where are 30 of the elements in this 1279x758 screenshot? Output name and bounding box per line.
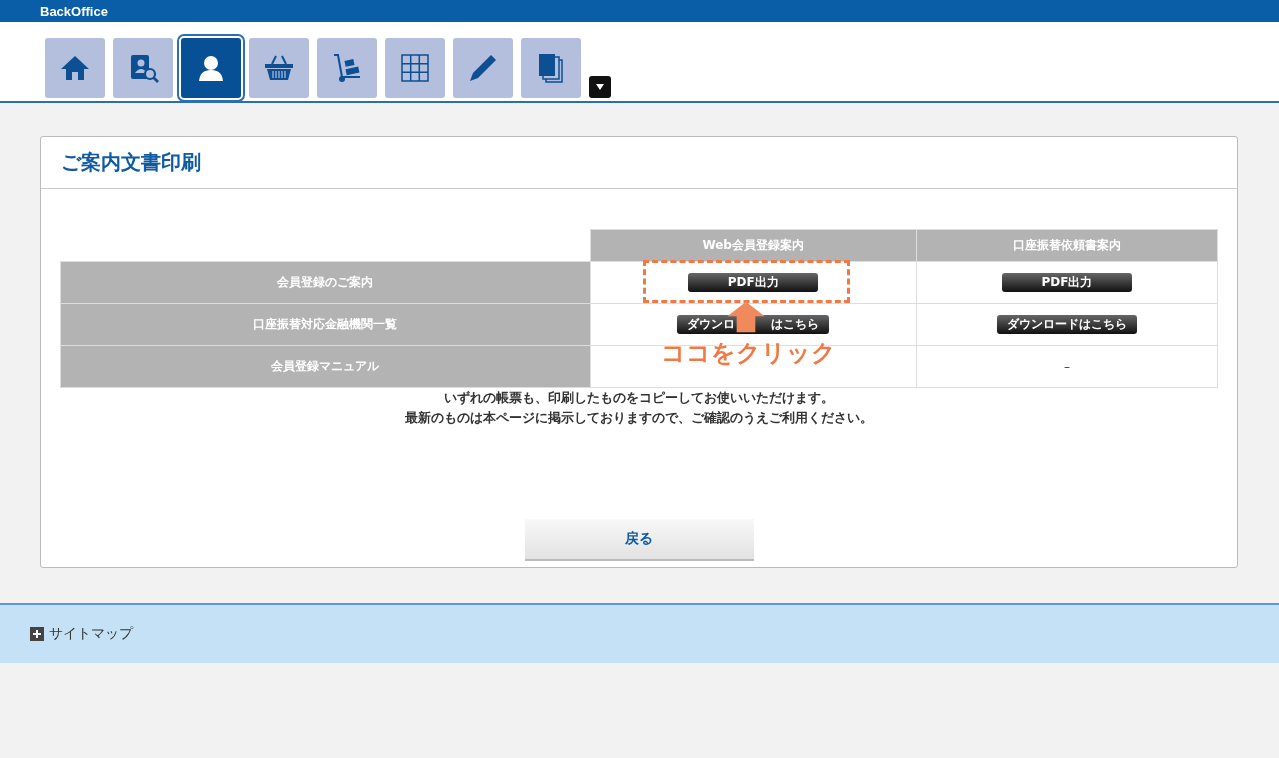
note-text: いずれの帳票も、印刷したものをコピーしてお使いいただけます。 (443, 389, 835, 407)
brand-title: BackOffice (40, 3, 108, 19)
row-header: 会員登録のご案内 (60, 261, 590, 304)
sitemap-link[interactable]: サイトマップ (49, 625, 133, 643)
dropdown-button[interactable] (589, 76, 611, 98)
nav-tab[interactable] (385, 38, 445, 98)
download-button[interactable]: PDF出力 (1001, 273, 1132, 292)
callout-text: ココをクリック (661, 339, 836, 367)
hand-truck-icon (331, 52, 363, 84)
row-header: 口座振替対応金融機関一覧 (60, 303, 590, 346)
plus-icon (30, 627, 44, 641)
back-button[interactable]: 戻る (524, 519, 754, 561)
up-arrow-icon (726, 299, 766, 335)
panel-title: ご案内文書印刷 (41, 137, 1237, 189)
nav-tab[interactable] (317, 38, 377, 98)
nav-tab[interactable] (113, 38, 173, 98)
caret-icon (595, 82, 605, 92)
note-text: 最新のものは本ページに掲示しておりますので、ご確認のうえご利用ください。 (404, 409, 874, 427)
pencil-icon (467, 52, 499, 84)
download-button[interactable]: ダウンロードはこちら (996, 315, 1137, 334)
nav-tab[interactable] (521, 38, 581, 98)
nav-tab[interactable] (249, 38, 309, 98)
grid-icon (399, 52, 431, 84)
row-header: 会員登録マニュアル (60, 345, 590, 388)
column-header: 口座振替依頼書案内 (916, 229, 1218, 262)
download-button[interactable]: PDF出力 (688, 273, 819, 292)
nav-tab[interactable] (45, 38, 105, 98)
table-cell: – (1063, 359, 1070, 374)
column-header: Web会員登録案内 (590, 229, 917, 262)
nav-tab[interactable] (453, 38, 513, 98)
